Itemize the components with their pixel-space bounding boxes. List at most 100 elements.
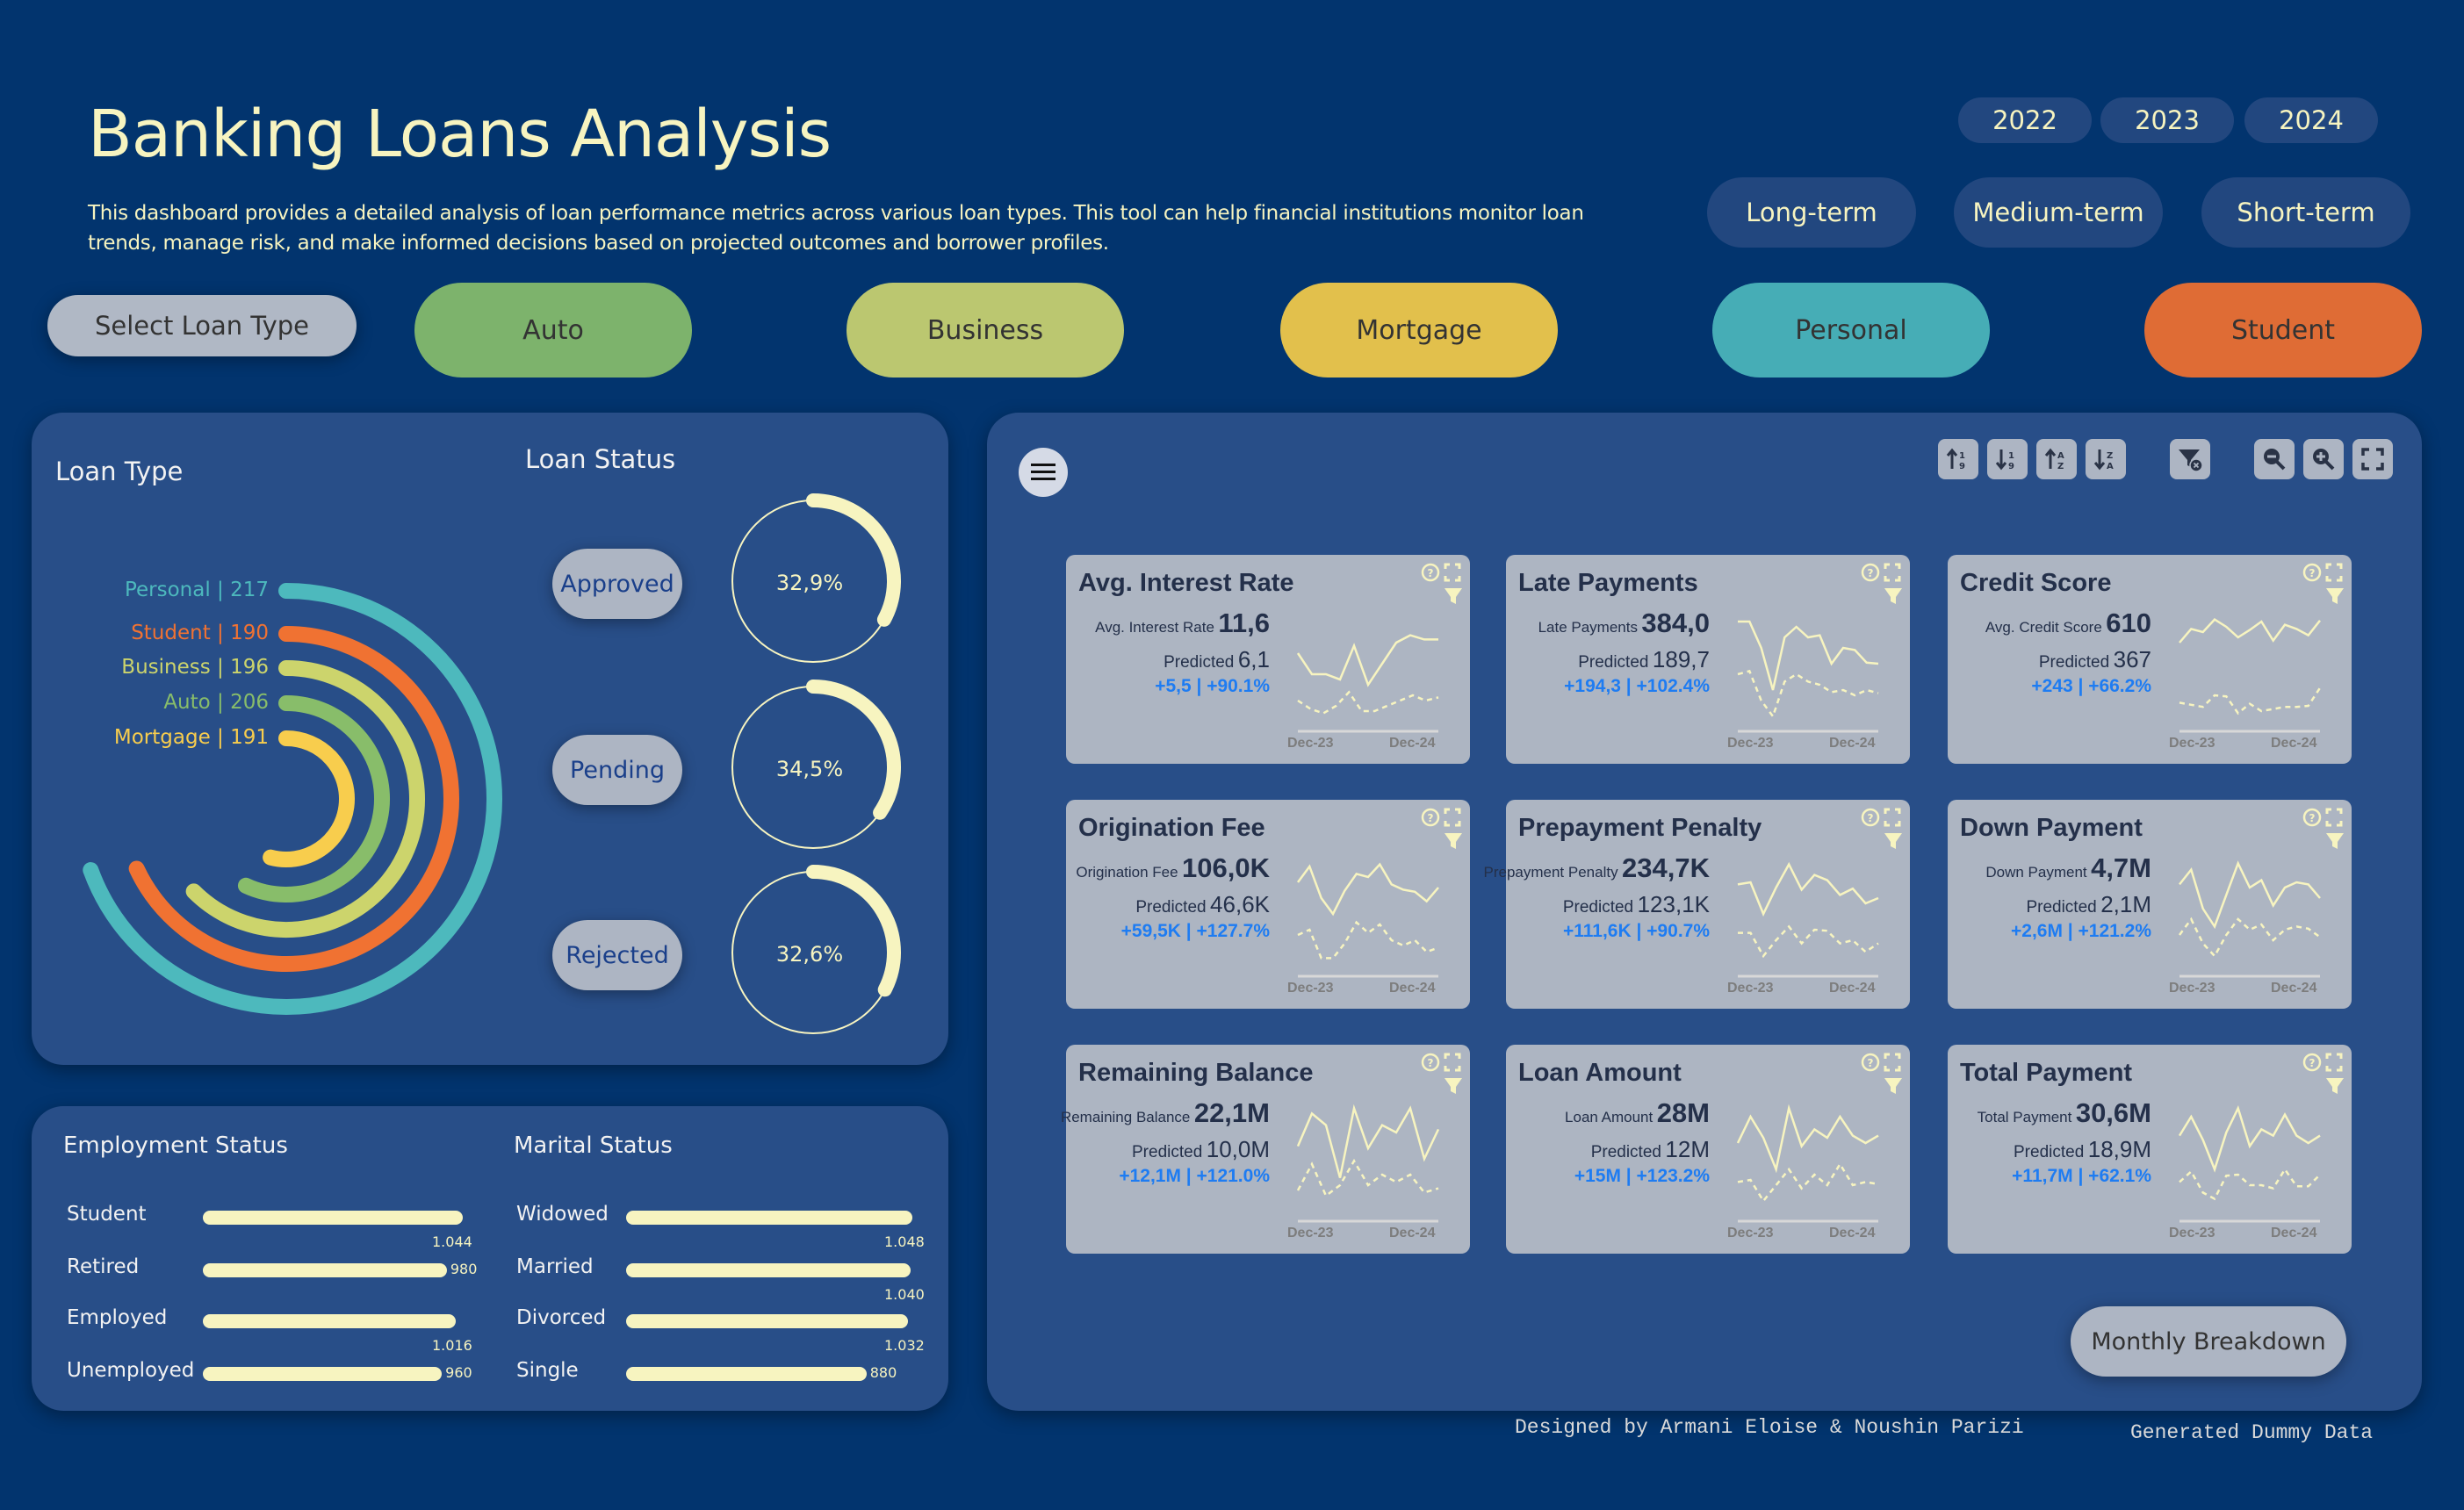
radial-bar-personal[interactable] [83, 583, 502, 1015]
filter-icon[interactable] [1884, 833, 1902, 849]
help-icon[interactable]: ? [1861, 808, 1880, 827]
radial-bar-mortgage[interactable] [263, 730, 355, 867]
radial-bar-student[interactable] [128, 626, 459, 972]
kpi-sparkline [1737, 861, 1879, 978]
kpi-card-down-payment[interactable]: Down Payment Down Payment 4,7M Predicted 2… [1948, 800, 2352, 1009]
clear-filter-button[interactable] [2170, 439, 2210, 479]
kpi-predicted: Predicted 189,7 [1578, 646, 1710, 673]
marital_status-bar-married[interactable] [626, 1263, 911, 1277]
filter-icon[interactable] [1445, 833, 1462, 849]
kpi-delta: +12,1M | +121.0% [1119, 1166, 1270, 1186]
help-icon[interactable]: ? [1421, 1053, 1440, 1072]
marital_status-value-single: 880 [869, 1364, 897, 1381]
expand-icon[interactable] [2325, 563, 2343, 582]
status-pill-pending[interactable]: Pending [552, 735, 682, 805]
loan-type-button-auto[interactable]: Auto [414, 283, 692, 378]
expand-icon[interactable] [1884, 563, 1901, 582]
marital_status-bar-single[interactable] [626, 1367, 867, 1381]
kpi-card-total-payment[interactable]: Total Payment Total Payment 30,6M Predicte… [1948, 1045, 2352, 1254]
svg-text:?: ? [1868, 567, 1874, 579]
help-icon[interactable]: ? [2302, 563, 2322, 582]
filter-icon[interactable] [1445, 1078, 1462, 1094]
employment_status-bar-retired[interactable] [203, 1263, 447, 1277]
sort-ascending-numeric-icon: 19 [1946, 448, 1965, 471]
sparkline-actual [1296, 634, 1438, 687]
kpi-value: 28M [1656, 1097, 1710, 1128]
expand-icon[interactable] [1884, 1053, 1901, 1072]
loan-type-button-business[interactable]: Business [847, 283, 1124, 378]
kpi-card-credit-score[interactable]: Credit Score Avg. Credit Score 610 Predict… [1948, 555, 2352, 764]
kpi-predicted-value: 12M [1665, 1136, 1710, 1162]
loan-type-button-mortgage[interactable]: Mortgage [1280, 283, 1558, 378]
help-icon[interactable]: ? [1421, 563, 1440, 582]
loan-type-button-student[interactable]: Student [2144, 283, 2422, 378]
sparkline-predicted [2179, 1167, 2321, 1201]
svg-text:?: ? [1868, 812, 1874, 824]
kpi-card-origination-fee[interactable]: Origination Fee Origination Fee 106,0K Pre… [1066, 800, 1470, 1009]
expand-icon[interactable] [1884, 808, 1901, 827]
expand-icon[interactable] [2325, 1053, 2343, 1072]
fullscreen-button[interactable] [2352, 439, 2393, 479]
filter-icon[interactable] [2326, 833, 2344, 849]
sort-descending-alpha-button[interactable]: ZA [2086, 439, 2126, 479]
monthly-breakdown-button[interactable]: Monthly Breakdown [2071, 1306, 2346, 1377]
expand-icon[interactable] [1444, 1053, 1461, 1072]
employment_status-bar-employed[interactable] [203, 1314, 457, 1328]
tick-start: Dec-23 [2169, 981, 2215, 996]
zoom-in-button[interactable] [2303, 439, 2344, 479]
help-icon[interactable]: ? [1421, 808, 1440, 827]
marital_status-bar-widowed[interactable] [626, 1211, 912, 1225]
expand-icon[interactable] [2325, 808, 2343, 827]
kpi-card-loan-amount[interactable]: Loan Amount Loan Amount 28M Predicted 12M +… [1506, 1045, 1910, 1254]
clear-filter-icon [2179, 449, 2203, 472]
term-filter-medium[interactable]: Medium-term [1954, 177, 2163, 248]
sort-ascending-alpha-button[interactable]: AZ [2036, 439, 2077, 479]
zoom-out-button[interactable] [2254, 439, 2295, 479]
expand-icon[interactable] [1444, 563, 1461, 582]
kpi-sparkline [1737, 620, 1879, 733]
sparkline-predicted [2178, 917, 2321, 959]
loan-type-button-personal[interactable]: Personal [1712, 283, 1990, 378]
filter-icon[interactable] [2326, 588, 2344, 604]
help-icon[interactable]: ? [2302, 808, 2322, 827]
kpi-card-prepayment-penalty[interactable]: Prepayment Penalty Prepayment Penalty 234… [1483, 800, 1910, 1009]
filter-icon[interactable] [1445, 588, 1462, 604]
employment_status-value-student: 1.044 [432, 1233, 472, 1250]
term-filter-long[interactable]: Long-term [1707, 177, 1916, 248]
gauge-arc-pending [806, 680, 901, 820]
status-pill-approved[interactable]: Approved [552, 549, 682, 619]
marital_status-bar-divorced[interactable] [626, 1314, 909, 1328]
year-filter-2024[interactable]: 2024 [2244, 97, 2378, 143]
gauge-pending-value: 34,5% [775, 757, 844, 781]
radial-label-mortgage: Mortgage | 191 [113, 726, 269, 749]
kpi-value: 22,1M [1193, 1097, 1270, 1128]
menu-button[interactable] [1019, 448, 1068, 497]
kpi-card-remaining-balance[interactable]: Remaining Balance Remaining Balance 22,1M… [1061, 1045, 1470, 1254]
employment_status-bar-unemployed[interactable] [203, 1367, 443, 1381]
help-icon[interactable]: ? [2302, 1053, 2322, 1072]
help-icon[interactable]: ? [1861, 563, 1880, 582]
help-icon[interactable]: ? [1861, 1053, 1880, 1072]
employment_status-bar-student[interactable] [203, 1211, 463, 1225]
filter-icon[interactable] [1884, 1078, 1902, 1094]
kpi-metric-label: Prepayment Penalty [1483, 864, 1618, 881]
year-filter-2023[interactable]: 2023 [2100, 97, 2234, 143]
kpi-value: 4,7M [2091, 852, 2151, 883]
sort-descending-numeric-button[interactable]: 19 [1987, 439, 2028, 479]
sort-ascending-numeric-button[interactable]: 19 [1938, 439, 1978, 479]
employment-status-title: Employment Status [63, 1132, 288, 1159]
year-filter-2022[interactable]: 2022 [1958, 97, 2092, 143]
sparkline-predicted [1297, 690, 1439, 715]
kpi-card-avg-interest-rate[interactable]: Avg. Interest Rate Avg. Interest Rate 11,… [1066, 555, 1470, 764]
tick-end: Dec-24 [1389, 736, 1436, 751]
status-pill-rejected[interactable]: Rejected [552, 920, 682, 990]
expand-icon[interactable] [1444, 808, 1461, 827]
svg-text:1: 1 [2008, 451, 2014, 461]
tick-end: Dec-24 [1389, 1226, 1436, 1240]
term-filter-short[interactable]: Short-term [2201, 177, 2410, 248]
filter-icon[interactable] [1884, 588, 1902, 604]
filter-icon[interactable] [2326, 1078, 2344, 1094]
sparkline-predicted [1737, 669, 1879, 719]
tick-end: Dec-24 [2271, 981, 2317, 996]
kpi-card-late-payments[interactable]: Late Payments Late Payments 384,0 Predicte… [1506, 555, 1910, 764]
